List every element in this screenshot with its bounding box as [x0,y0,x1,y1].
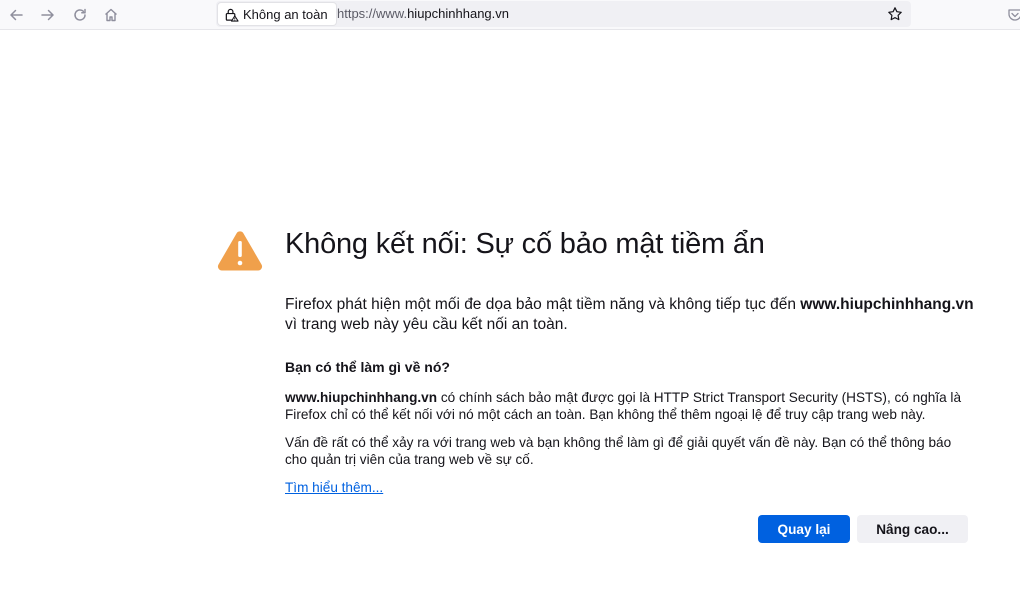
url-bar[interactable]: Không an toàn https://www.hiupchinhhang.… [216,1,911,27]
intro-prefix: Firefox phát hiện một mối đe dọa bảo mật… [285,296,801,313]
error-intro: Firefox phát hiện một mối đe dọa bảo mật… [285,295,985,335]
site-issue-explanation: Vấn đề rất có thể xảy ra với trang web v… [285,435,952,467]
intro-host: www.hiupchinhhang.vn [800,296,974,313]
site-identity-button[interactable]: Không an toàn [218,3,336,25]
home-button[interactable] [99,3,123,27]
star-icon [888,7,902,21]
url-scheme: https://www. [337,6,408,21]
advanced-button[interactable]: Nâng cao... [857,515,968,543]
reload-icon [74,8,86,21]
warning-icon [217,231,263,271]
error-title: Không kết nối: Sự cố bảo mật tiềm ẩn [285,228,765,260]
learn-more-link[interactable]: Tìm hiểu thêm... [285,480,383,495]
forward-arrow-icon [41,9,54,21]
go-back-button[interactable]: Quay lại [758,515,850,543]
identity-label: Không an toàn [243,6,328,22]
bookmark-button[interactable] [885,4,905,24]
browser-toolbar: Không an toàn https://www.hiupchinhhang.… [0,0,1020,30]
intro-suffix: vì trang web này yêu cầu kết nối an toàn… [285,316,568,333]
pocket-icon[interactable] [1007,7,1020,23]
insecure-lock-icon [225,8,239,22]
what-can-you-do-heading: Bạn có thể làm gì về nó? [285,359,450,375]
back-arrow-icon [10,9,23,21]
hsts-explanation: www.hiupchinhhang.vn có chính sách bảo m… [285,389,975,423]
back-button[interactable] [4,3,28,27]
url-host: hiupchinhhang.vn [407,6,509,21]
forward-button[interactable] [36,3,60,27]
url-text[interactable]: https://www.hiupchinhhang.vn [337,6,509,21]
reload-button[interactable] [68,3,92,27]
hsts-host: www.hiupchinhhang.vn [285,390,438,405]
home-icon [105,8,117,22]
